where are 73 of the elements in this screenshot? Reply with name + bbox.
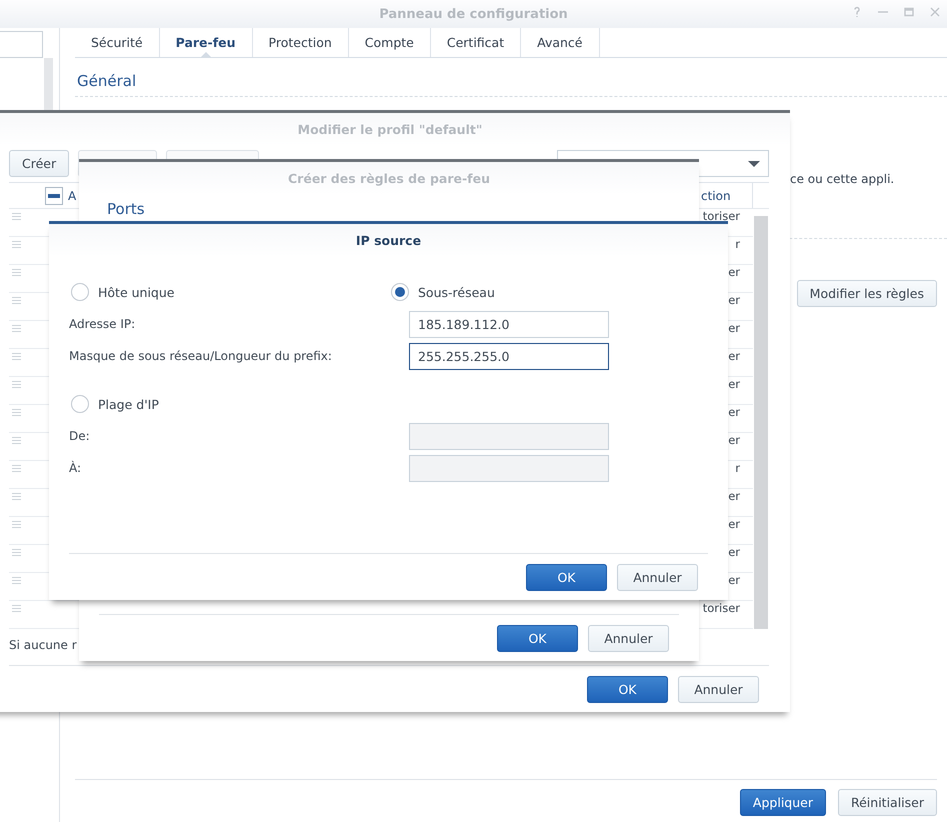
tab[interactable]: Protection <box>252 28 349 57</box>
minus-icon <box>48 194 60 198</box>
note-text: Si aucune r <box>9 638 77 652</box>
section-title: Ports <box>106 199 146 218</box>
apply-button[interactable]: Appliquer <box>740 789 826 816</box>
search-field[interactable] <box>0 31 43 58</box>
drag-handle-icon[interactable] <box>12 213 21 220</box>
table-cell: er <box>728 434 740 447</box>
table-cell: er <box>728 546 740 559</box>
drag-handle-icon[interactable] <box>12 437 21 444</box>
table-cell: er <box>728 378 740 391</box>
table-cell: r <box>735 462 740 475</box>
drag-handle-icon[interactable] <box>12 409 21 416</box>
ok-button[interactable]: OK <box>587 676 668 703</box>
radio-icon[interactable] <box>71 283 89 301</box>
drag-handle-icon[interactable] <box>12 465 21 472</box>
field-label: Masque de sous réseau/Longueur du prefix: <box>69 349 333 363</box>
drag-handle-icon[interactable] <box>12 605 21 612</box>
drag-handle-icon[interactable] <box>12 269 21 276</box>
scrollbar[interactable] <box>754 216 768 629</box>
ok-button[interactable]: OK <box>497 625 578 652</box>
edit-rules-button[interactable]: Modifier les règles <box>796 280 937 307</box>
dialog-title: IP source <box>356 233 422 248</box>
radio-option[interactable]: Hôte unique <box>69 283 389 301</box>
drag-handle-icon[interactable] <box>12 521 21 528</box>
drag-handle-icon[interactable] <box>12 325 21 332</box>
drag-handle-icon[interactable] <box>12 353 21 360</box>
table-cell: er <box>728 406 740 419</box>
input-field[interactable]: 255.255.255.0 <box>409 342 609 370</box>
table-cell: er <box>728 350 740 363</box>
radio-icon[interactable] <box>391 283 409 301</box>
input-field[interactable]: 185.189.112.0 <box>409 310 609 338</box>
maximize-icon[interactable] <box>903 6 915 18</box>
drag-handle-icon[interactable] <box>12 549 21 556</box>
table-cell: er <box>728 490 740 503</box>
toolbar-button[interactable]: Créer <box>9 150 70 177</box>
cancel-button[interactable]: Annuler <box>588 625 669 652</box>
table-cell: er <box>728 294 740 307</box>
drag-handle-icon[interactable] <box>12 241 21 248</box>
table-cell: er <box>728 574 740 587</box>
field-label: De: <box>69 429 91 443</box>
section-title: Général <box>75 72 947 97</box>
drag-handle-icon[interactable] <box>12 297 21 304</box>
radio-option[interactable]: Sous-réseau <box>389 283 708 301</box>
tab[interactable]: Certificat <box>430 28 522 57</box>
description-text: ce ou cette appli. <box>790 172 894 186</box>
field-label: À: <box>69 461 82 475</box>
tab[interactable]: Sécurité <box>75 28 160 57</box>
field-label: Adresse IP: <box>69 317 136 331</box>
table-cell: er <box>728 266 740 279</box>
dialog-title: Créer des règles de pare-feu <box>288 171 490 186</box>
drag-handle-icon[interactable] <box>12 381 21 388</box>
tab[interactable]: Pare-feu <box>160 28 253 57</box>
caret-icon <box>748 160 760 168</box>
tab[interactable]: Compte <box>348 28 431 57</box>
cancel-button[interactable]: Annuler <box>617 564 698 591</box>
cancel-button[interactable]: Annuler <box>678 676 759 703</box>
close-icon[interactable] <box>929 6 941 18</box>
radio-option[interactable]: Plage d'IP <box>69 395 389 413</box>
ok-button[interactable]: OK <box>526 564 607 591</box>
table-cell: er <box>728 322 740 335</box>
table-cell: r <box>735 238 740 251</box>
window-title: Panneau de configuration <box>379 6 568 22</box>
select-all-checkbox[interactable] <box>45 186 63 204</box>
table-cell: toriser <box>702 602 740 615</box>
dialog-title: Modifier le profil "default" <box>298 122 482 137</box>
reset-button[interactable]: Réinitialiser <box>838 789 937 816</box>
tab[interactable]: Avancé <box>521 28 600 57</box>
drag-handle-icon[interactable] <box>12 493 21 500</box>
table-cell: toriser <box>702 210 740 223</box>
radio-icon[interactable] <box>71 395 89 413</box>
drag-handle-icon[interactable] <box>12 577 21 584</box>
table-cell: er <box>728 518 740 531</box>
